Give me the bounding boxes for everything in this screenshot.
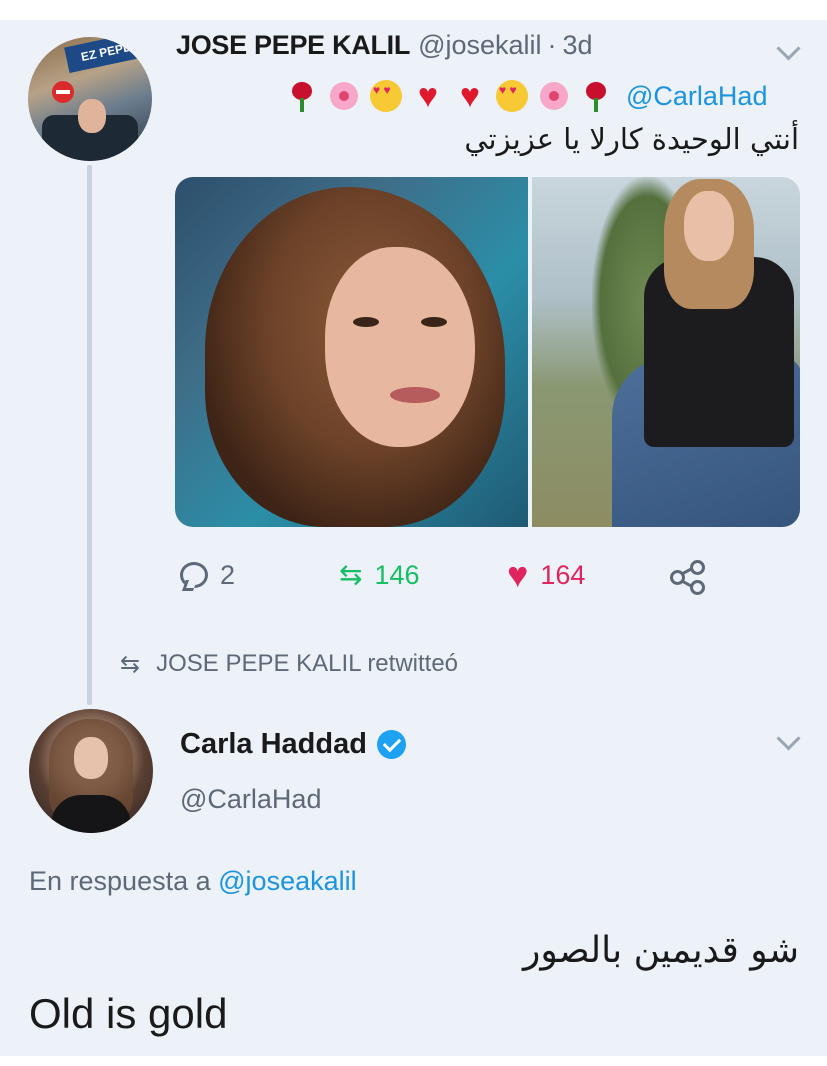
red-heart-icon: ♥ [417, 77, 439, 115]
tweet-actions-bar: 2 ⇆ 146 ♥ 164 [176, 553, 736, 597]
author-avatar[interactable]: EZ PEPE [28, 37, 152, 161]
reply-button[interactable]: 2 [180, 553, 235, 597]
retweet-small-icon: ⇆ [120, 650, 141, 678]
thread-connector-line [87, 165, 92, 705]
reply-icon [180, 562, 208, 588]
tweet-mention-link[interactable]: @CarlaHad [626, 81, 767, 112]
like-count: 164 [540, 559, 586, 590]
in-reply-to-mention-link[interactable]: @joseakalil [218, 866, 356, 896]
in-reply-to: En respuesta a @joseakalil [29, 866, 357, 897]
tweet-media-grid [175, 177, 800, 527]
photo-eye [353, 317, 379, 327]
share-icon [670, 560, 705, 595]
photo-lips [390, 387, 440, 403]
reply-author-name[interactable]: Carla Haddad [180, 728, 367, 761]
verified-badge-icon [376, 729, 406, 759]
blossom-icon [328, 80, 360, 112]
separator-dot: · [547, 30, 557, 60]
reply-text: Old is gold [29, 990, 228, 1037]
red-heart-icon: ♥ [459, 77, 481, 115]
retweeted-by-note: ⇆ JOSE PEPE KALIL retwitteó [120, 648, 458, 680]
reply-author-row: Carla Haddad [180, 726, 406, 762]
media-photo-left[interactable] [175, 177, 528, 527]
retweet-icon: ⇆ [339, 559, 363, 590]
like-button[interactable]: ♥ 164 [507, 553, 585, 597]
tweet-emoji-line: ♥ ♥ @CarlaHad [286, 76, 806, 116]
tweet-card [0, 20, 827, 1056]
photo-eye [421, 317, 447, 327]
tweet-text-arabic: أنتي الوحيدة كارلا يا عزيزتي [464, 122, 799, 156]
tweet-header: JOSE PEPE KALIL @josekalil · 3d [176, 30, 593, 70]
heart-icon: ♥ [507, 554, 529, 595]
media-photo-right[interactable] [532, 177, 800, 527]
tweet-timestamp[interactable]: 3d [563, 30, 593, 61]
heart-eyes-icon [370, 80, 402, 112]
retweeted-by-label[interactable]: JOSE PEPE KALIL retwitteó [156, 650, 458, 678]
blossom-icon [538, 80, 570, 112]
heart-eyes-icon [496, 80, 528, 112]
retweet-count: 146 [374, 559, 420, 590]
avatar-face [74, 737, 108, 779]
rose-icon [580, 80, 612, 112]
rose-icon [286, 80, 318, 112]
reply-author-avatar[interactable] [29, 709, 153, 833]
retweet-button[interactable]: ⇆ 146 [339, 553, 420, 597]
author-handle[interactable]: @josekalil [418, 30, 541, 61]
avatar-face [78, 99, 106, 133]
reply-count: 2 [220, 559, 236, 590]
share-button[interactable] [670, 553, 705, 597]
avatar-top [51, 795, 131, 833]
photo-face [325, 247, 475, 447]
reply-author-handle[interactable]: @CarlaHad [180, 784, 321, 815]
no-entry-sign-icon [52, 81, 74, 103]
author-name[interactable]: JOSE PEPE KALIL [176, 30, 410, 61]
avatar-sign-text: EZ PEPE [64, 37, 148, 74]
photo-face [684, 191, 734, 261]
reply-text-arabic: شو قديمين بالصور [522, 930, 799, 971]
in-reply-to-prefix: En respuesta a [29, 866, 211, 896]
